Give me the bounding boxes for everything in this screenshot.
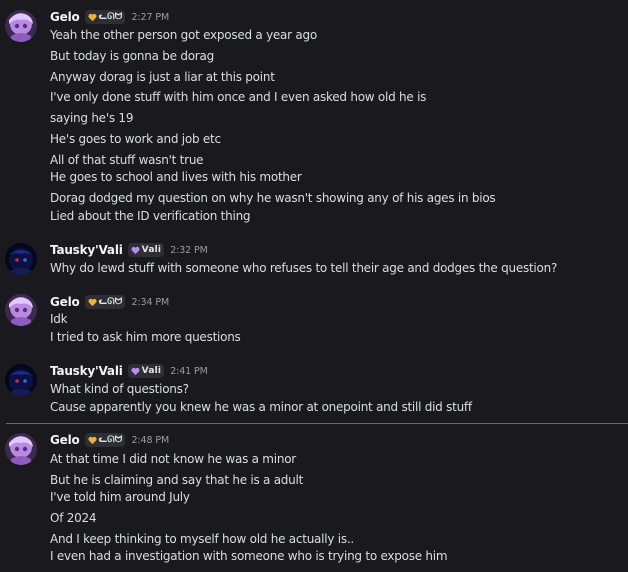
message-text: Cause apparently you knew he was a minor… — [50, 400, 472, 414]
guild-tag-text: Vali — [141, 245, 162, 255]
message-text: He goes to school and lives with his mot… — [50, 170, 302, 184]
message-header: Tausky'Vali Vali 2:41 PM — [50, 362, 208, 380]
username[interactable]: Tausky'Vali — [50, 364, 123, 378]
timestamp[interactable]: 2:34 PM — [131, 297, 169, 308]
message-text: I've told him around July — [50, 490, 190, 504]
avatar[interactable] — [5, 243, 37, 275]
message-text: Dorag dodged my question on why he wasn'… — [50, 191, 496, 205]
new-messages-divider — [6, 423, 628, 424]
avatar[interactable] — [5, 10, 37, 42]
guild-tag-text: Vali — [141, 366, 162, 376]
message-text: What kind of questions? — [50, 382, 189, 396]
message-text: But he is claiming and say that he is a … — [50, 473, 304, 487]
heart-icon — [87, 436, 97, 445]
message-text: He's goes to work and job etc — [50, 132, 221, 146]
timestamp[interactable]: 2:27 PM — [131, 12, 169, 23]
message-text: Anyway dorag is just a liar at this poin… — [50, 70, 275, 84]
message-text: All of that stuff wasn't true — [50, 153, 204, 167]
guild-tag-badge[interactable]: ᓚᘏᗢ — [84, 295, 126, 309]
username[interactable]: Gelo — [50, 433, 80, 447]
heart-icon — [131, 367, 140, 376]
message-text: Why do lewd stuff with someone who refus… — [50, 261, 558, 275]
message-text: Of 2024 — [50, 511, 97, 525]
message-text: Yeah the other person got exposed a year… — [50, 28, 317, 42]
guild-tag-text: ᓚᘏᗢ — [98, 12, 123, 22]
avatar[interactable] — [5, 294, 37, 326]
message-text: Lied about the ID verification thing — [50, 209, 251, 223]
guild-tag-badge[interactable]: ᓚᘏᗢ — [84, 10, 126, 24]
guild-tag-badge[interactable]: Vali — [127, 243, 165, 257]
username[interactable]: Gelo — [50, 10, 80, 24]
message-header: Gelo ᓚᘏᗢ 2:48 PM — [50, 431, 169, 449]
message-text: And I keep thinking to myself how old he… — [50, 532, 354, 546]
avatar[interactable] — [5, 433, 37, 465]
message-text: Idk — [50, 312, 68, 326]
message-header: Gelo ᓚᘏᗢ 2:34 PM — [50, 293, 169, 311]
message-text: At that time I did not know he was a min… — [50, 452, 296, 466]
timestamp[interactable]: 2:48 PM — [131, 435, 169, 446]
guild-tag-badge[interactable]: ᓚᘏᗢ — [84, 433, 126, 447]
message-text: But today is gonna be dorag — [50, 49, 214, 63]
message-text: I even had a investigation with someone … — [50, 549, 448, 563]
message-text: I tried to ask him more questions — [50, 330, 241, 344]
guild-tag-text: ᓚᘏᗢ — [98, 297, 123, 307]
message-header: Tausky'Vali Vali 2:32 PM — [50, 241, 208, 259]
heart-icon — [87, 298, 97, 307]
username[interactable]: Gelo — [50, 295, 80, 309]
timestamp[interactable]: 2:32 PM — [170, 245, 208, 256]
heart-icon — [131, 246, 140, 255]
timestamp[interactable]: 2:41 PM — [170, 366, 208, 377]
message-text: I've only done stuff with him once and I… — [50, 90, 427, 104]
message-text: saying he's 19 — [50, 111, 134, 125]
username[interactable]: Tausky'Vali — [50, 243, 123, 257]
guild-tag-text: ᓚᘏᗢ — [98, 435, 123, 445]
avatar[interactable] — [5, 364, 37, 396]
message-header: Gelo ᓚᘏᗢ 2:27 PM — [50, 8, 169, 26]
guild-tag-badge[interactable]: Vali — [127, 364, 165, 378]
heart-icon — [87, 13, 97, 22]
